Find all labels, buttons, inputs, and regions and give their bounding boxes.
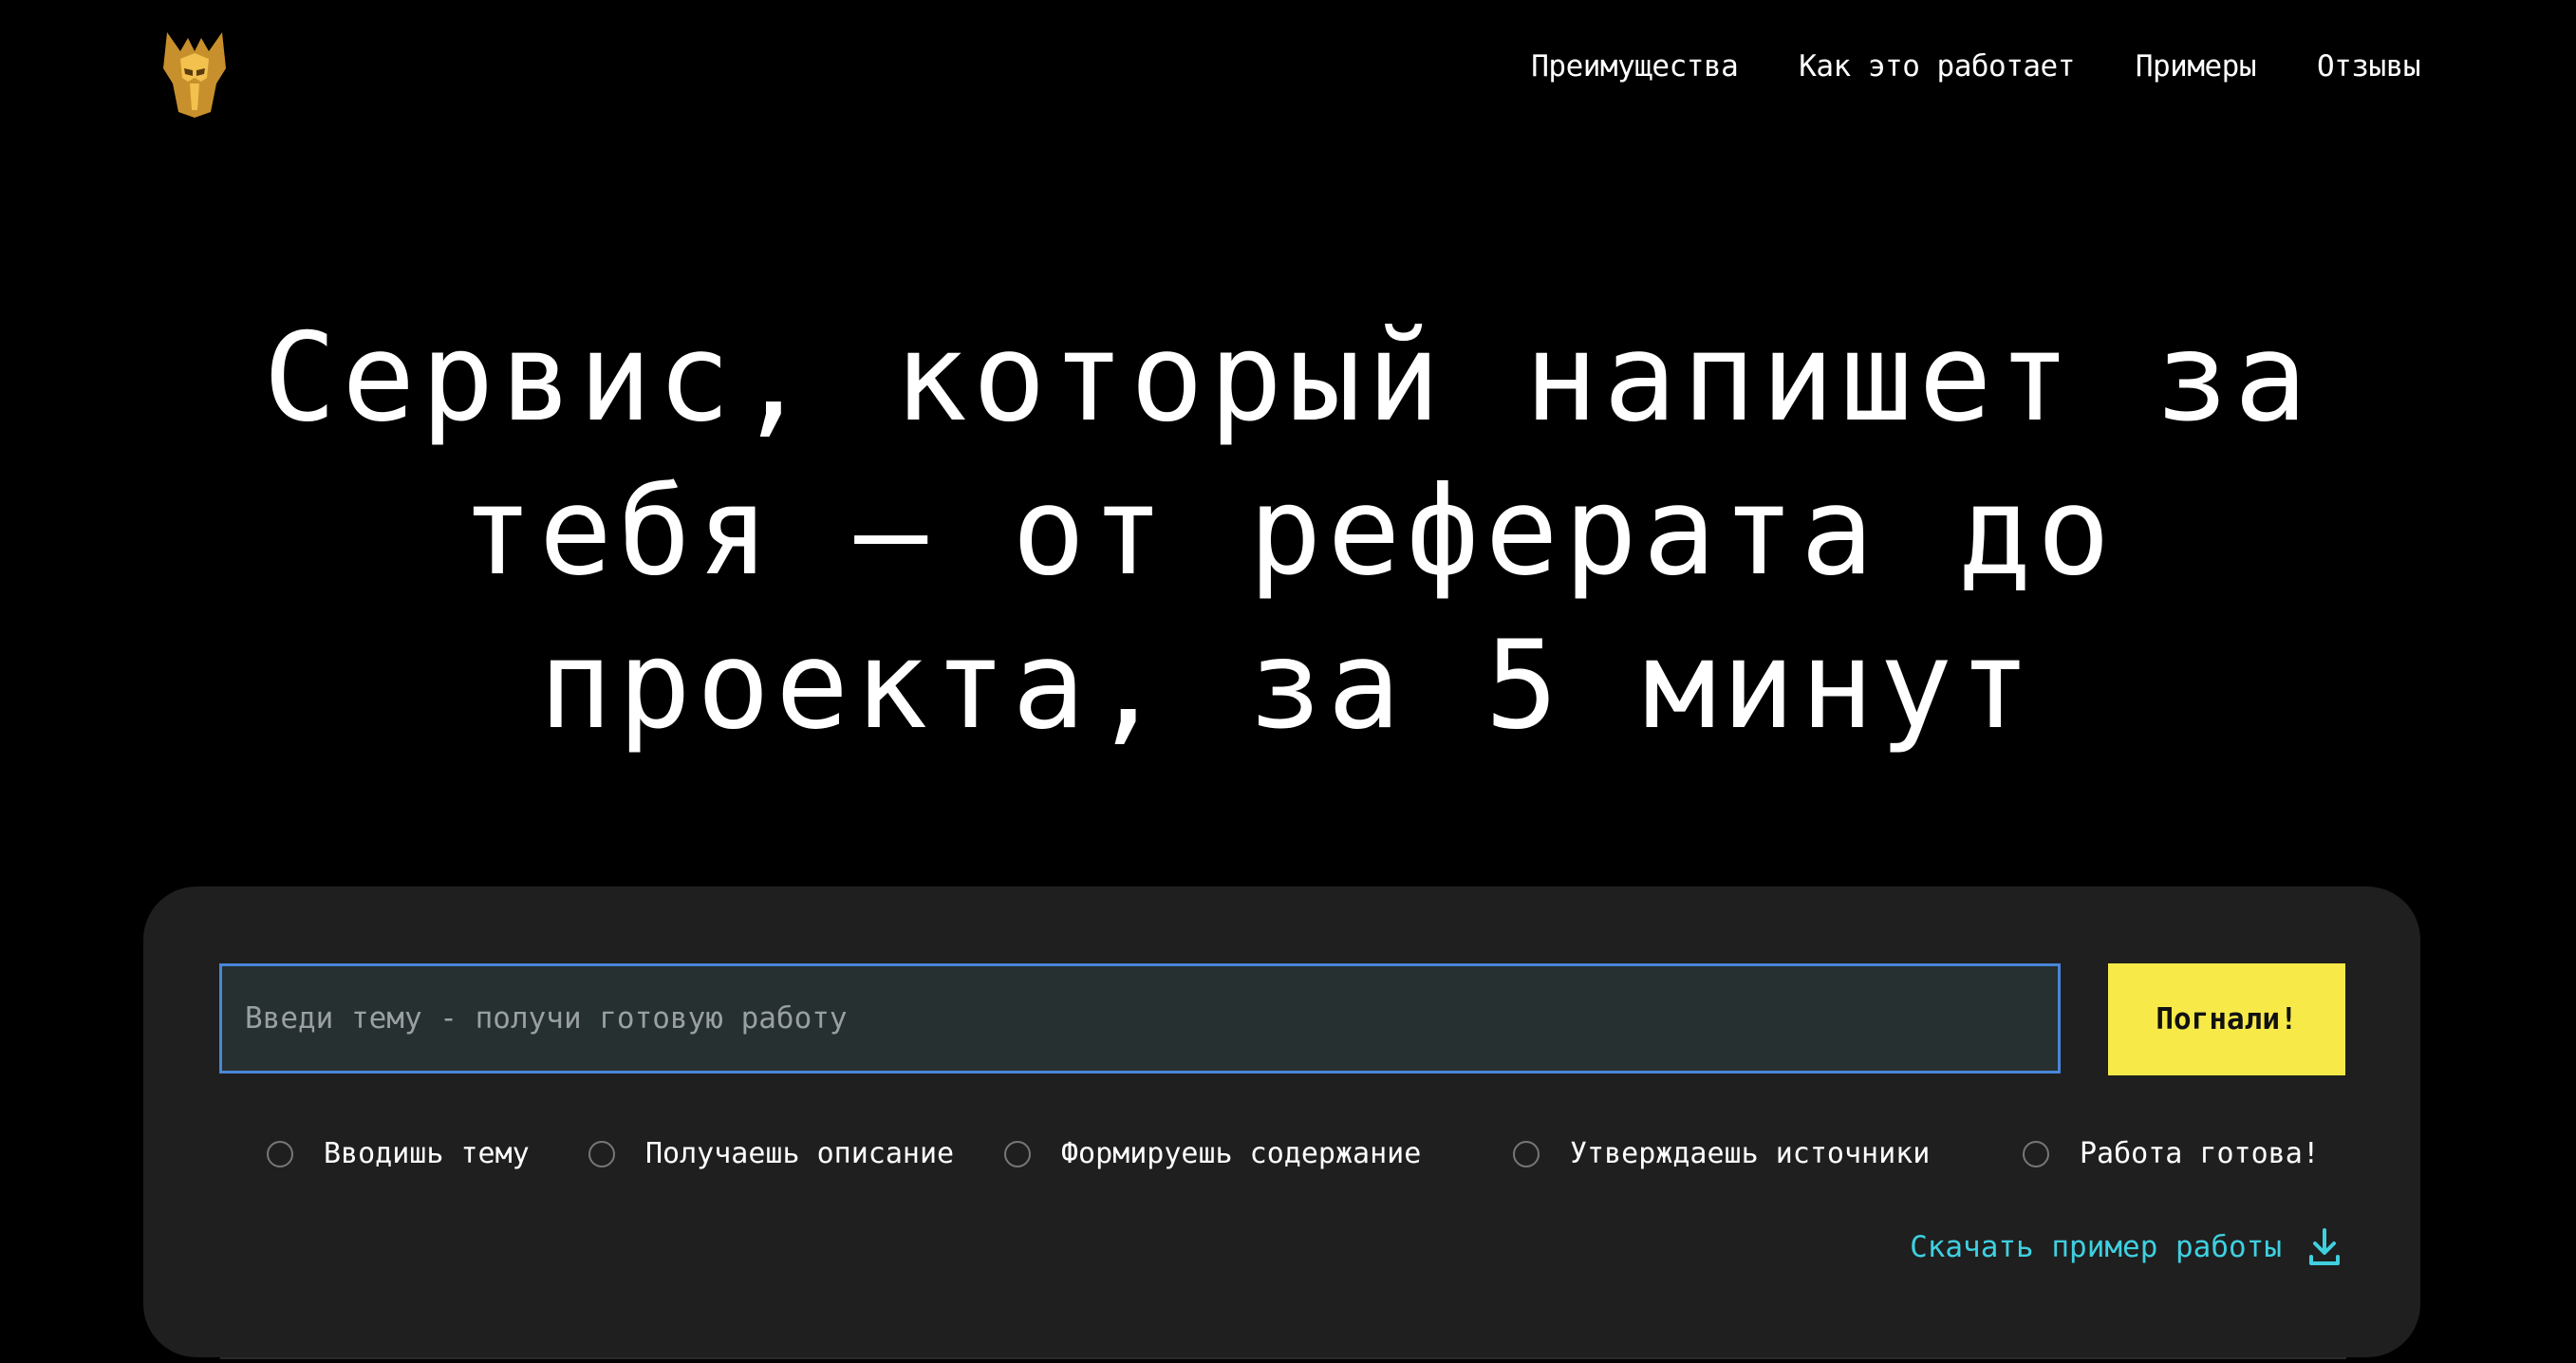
step-form-contents: Формируешь содержание — [1004, 1137, 1421, 1170]
download-example-link[interactable]: Скачать пример работы — [1910, 1228, 2341, 1266]
step-work-ready: Работа готова! — [2023, 1137, 2320, 1170]
step-label: Утверждаешь источники — [1570, 1137, 1931, 1170]
step-radio-icon — [2023, 1140, 2049, 1167]
hero-title: Сервис, который напишет за тебя – от реф… — [263, 308, 2313, 756]
topic-input[interactable] — [219, 963, 2061, 1074]
logo[interactable] — [159, 30, 230, 120]
step-radio-icon — [588, 1140, 615, 1167]
download-example-label: Скачать пример работы — [1910, 1230, 2282, 1264]
download-icon — [2309, 1228, 2340, 1265]
step-get-description: Получаешь описание — [588, 1137, 954, 1170]
step-radio-icon — [1004, 1140, 1031, 1167]
submit-button[interactable]: Погнали! — [2108, 963, 2345, 1075]
nav-item-advantages[interactable]: Преимущества — [1531, 49, 1738, 84]
nav-item-examples[interactable]: Примеры — [2136, 49, 2257, 84]
step-radio-icon — [267, 1140, 293, 1167]
step-label: Формируешь содержание — [1061, 1137, 1422, 1170]
topic-form-card: Погнали! Вводишь тему Получаешь описание… — [143, 887, 2420, 1357]
nav-item-how-it-works[interactable]: Как это работает — [1799, 49, 2075, 84]
step-radio-icon — [1513, 1140, 1540, 1167]
step-label: Вводишь тему — [324, 1137, 530, 1170]
main-nav: Преимущества Как это работает Примеры От… — [1470, 49, 2420, 84]
step-enter-topic: Вводишь тему — [267, 1137, 530, 1170]
nav-item-reviews[interactable]: Отзывы — [2317, 49, 2420, 84]
step-approve-sources: Утверждаешь источники — [1513, 1137, 1930, 1170]
section-divider — [220, 1357, 2346, 1359]
warrior-helmet-logo-icon — [163, 32, 226, 118]
step-label: Получаешь описание — [645, 1137, 955, 1170]
step-label: Работа готова! — [2080, 1137, 2320, 1170]
